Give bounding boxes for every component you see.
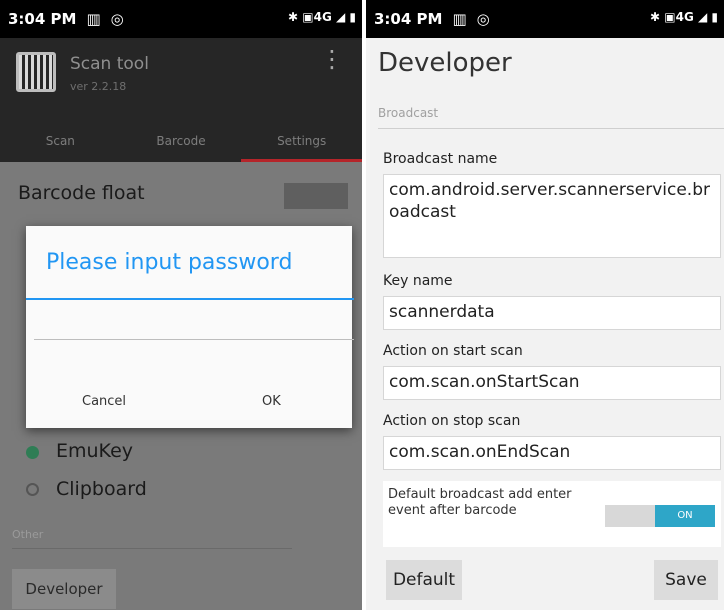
password-input[interactable]: [34, 300, 354, 340]
notification-icon: ▥: [86, 10, 101, 28]
app-version: ver 2.2.18: [70, 80, 127, 93]
dialog-title: Please input password: [46, 250, 293, 275]
enter-event-label: Default broadcast add enter event after …: [388, 487, 572, 518]
sync-icon: ◎: [110, 10, 124, 28]
section-divider: [378, 128, 724, 129]
tab-settings[interactable]: Settings: [241, 122, 362, 162]
app-bar: Scan tool ver 2.2.18 ⋮: [0, 38, 362, 122]
broadcast-section-label: Broadcast: [378, 106, 439, 120]
developer-button[interactable]: Developer: [12, 569, 116, 609]
default-button[interactable]: Default: [386, 560, 462, 600]
status-icons: ✱ ▣4G ◢ ▮: [650, 10, 718, 24]
status-bar: 3:04 PM ▥ ◎ ✱ ▣4G ◢ ▮: [366, 0, 724, 38]
stop-scan-field[interactable]: com.scan.onEndScan: [383, 436, 721, 470]
other-section-label: Other: [12, 528, 44, 541]
status-time: 3:04 PM: [8, 10, 77, 28]
status-bar: 3:04 PM ▥ ◎ ✱ ▣4G ◢ ▮: [0, 0, 362, 38]
sync-icon: ◎: [476, 10, 490, 28]
developer-screen: 3:04 PM ▥ ◎ ✱ ▣4G ◢ ▮ Developer Broadcas…: [366, 0, 724, 610]
start-scan-field[interactable]: com.scan.onStartScan: [383, 366, 721, 400]
option-emukey: EmuKey: [56, 440, 134, 462]
stop-scan-label: Action on stop scan: [383, 413, 521, 429]
broadcast-name-field[interactable]: com.android.server.scannerservice.broadc…: [383, 174, 721, 258]
page-title: Developer: [378, 48, 512, 78]
save-button[interactable]: Save: [654, 560, 718, 600]
overflow-menu-icon[interactable]: ⋮: [320, 47, 344, 71]
barcode-logo-icon: [16, 52, 56, 92]
radio-clipboard[interactable]: [26, 483, 39, 496]
app-title: Scan tool: [70, 54, 149, 74]
key-name-field[interactable]: scannerdata: [383, 296, 721, 330]
notification-icon: ▥: [452, 10, 467, 28]
key-name-label: Key name: [383, 273, 453, 289]
option-clipboard: Clipboard: [56, 478, 147, 500]
password-dialog: Please input password Cancel OK: [26, 226, 354, 428]
barcode-float-toggle[interactable]: [284, 183, 348, 209]
section-divider: [12, 548, 292, 549]
tab-bar: Scan Barcode Settings: [0, 122, 362, 162]
cancel-button[interactable]: Cancel: [82, 394, 126, 409]
toggle-state: ON: [655, 505, 715, 527]
tab-scan[interactable]: Scan: [0, 122, 121, 162]
broadcast-name-label: Broadcast name: [383, 151, 498, 167]
status-icons: ✱ ▣4G ◢ ▮: [288, 10, 356, 24]
scan-tool-screen: 3:04 PM ▥ ◎ ✱ ▣4G ◢ ▮ Scan tool ver 2.2.…: [0, 0, 362, 610]
status-time: 3:04 PM: [374, 10, 443, 28]
ok-button[interactable]: OK: [262, 394, 281, 409]
enter-event-setting: Default broadcast add enter event after …: [383, 481, 721, 547]
radio-emukey[interactable]: [26, 446, 39, 459]
barcode-float-label: Barcode float: [18, 182, 145, 204]
tab-barcode[interactable]: Barcode: [121, 122, 242, 162]
enter-event-toggle[interactable]: ON: [605, 505, 715, 527]
start-scan-label: Action on start scan: [383, 343, 523, 359]
